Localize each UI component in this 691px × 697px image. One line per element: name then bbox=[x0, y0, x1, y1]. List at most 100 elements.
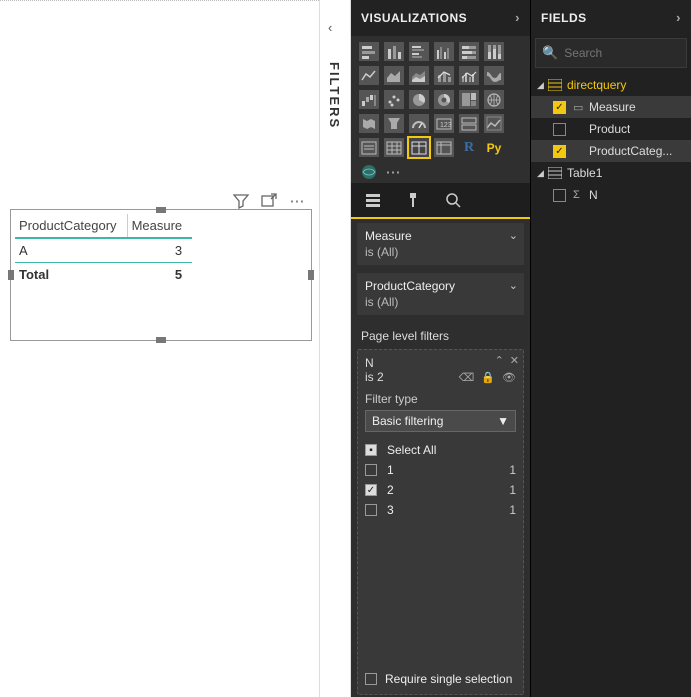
clustered-bar-icon[interactable] bbox=[409, 42, 429, 61]
chevron-down-icon: ▼ bbox=[497, 414, 509, 428]
matrix-icon[interactable] bbox=[434, 138, 454, 157]
filters-pane-collapsed[interactable]: ‹ FILTERS bbox=[319, 0, 351, 697]
fields-search[interactable]: 🔍 bbox=[535, 38, 687, 68]
filter-option-row[interactable]: 3 1 bbox=[365, 500, 516, 520]
stacked-area-icon[interactable] bbox=[409, 66, 429, 85]
table-node[interactable]: ◢ directquery bbox=[531, 74, 691, 96]
clustered-column-icon[interactable] bbox=[434, 42, 454, 61]
pie-chart-icon[interactable] bbox=[409, 90, 429, 109]
sigma-icon: Σ bbox=[573, 189, 585, 201]
treemap-icon[interactable] bbox=[459, 90, 479, 109]
line-chart-icon[interactable] bbox=[359, 66, 379, 85]
waterfall-icon[interactable] bbox=[359, 90, 379, 109]
filter-type-label: Filter type bbox=[365, 392, 516, 406]
table-icon bbox=[548, 167, 562, 179]
filled-map-icon[interactable] bbox=[359, 114, 379, 133]
page-filters-label: Page level filters bbox=[355, 319, 526, 347]
table-node[interactable]: ◢ Table1 bbox=[531, 162, 691, 184]
table-icon[interactable] bbox=[409, 138, 429, 157]
funnel-icon[interactable] bbox=[384, 114, 404, 133]
resize-handle[interactable] bbox=[156, 207, 166, 213]
donut-chart-icon[interactable] bbox=[434, 90, 454, 109]
table-row[interactable]: A 3 bbox=[15, 238, 192, 263]
fields-tab-icon[interactable] bbox=[363, 190, 383, 210]
checkbox-icon[interactable] bbox=[553, 189, 566, 202]
clear-filter-icon[interactable]: ⌫ bbox=[459, 371, 475, 384]
analytics-tab-icon[interactable] bbox=[443, 190, 463, 210]
table-large-icon[interactable] bbox=[384, 138, 404, 157]
ribbon-chart-icon[interactable] bbox=[484, 66, 504, 85]
python-visual-icon[interactable]: Py bbox=[484, 138, 504, 157]
r-visual-icon[interactable]: R bbox=[459, 138, 479, 157]
combo-chart-icon[interactable] bbox=[434, 66, 454, 85]
field-item[interactable]: Product bbox=[531, 118, 691, 140]
map-icon[interactable] bbox=[484, 90, 504, 109]
field-item[interactable]: Σ N bbox=[531, 184, 691, 206]
checkbox-checked-icon[interactable]: ✓ bbox=[553, 145, 566, 158]
slicer-icon[interactable] bbox=[359, 138, 379, 157]
visualizations-header: VISUALIZATIONS › bbox=[351, 0, 530, 36]
resize-handle[interactable] bbox=[308, 270, 314, 280]
combo-chart2-icon[interactable] bbox=[459, 66, 479, 85]
visual-filter-card[interactable]: Measure is (All) ⌄ bbox=[357, 223, 524, 265]
card-icon[interactable]: 123 bbox=[434, 114, 454, 133]
column-header[interactable]: Measure bbox=[127, 214, 192, 238]
chevron-down-icon[interactable]: ⌄ bbox=[509, 229, 518, 242]
checkbox-checked-icon[interactable]: ✓ bbox=[553, 101, 566, 114]
checkbox-icon[interactable] bbox=[365, 504, 377, 516]
collapse-filter-icon[interactable]: ⌃ bbox=[495, 354, 504, 367]
checkbox-checked-icon[interactable]: ✓ bbox=[365, 484, 377, 496]
hundred-bar-icon[interactable] bbox=[459, 42, 479, 61]
focus-mode-icon[interactable] bbox=[261, 193, 277, 209]
table-icon bbox=[548, 79, 562, 91]
report-canvas[interactable]: ⋯ ProductCategory Measure A 3 bbox=[0, 0, 319, 697]
filter-icon[interactable] bbox=[233, 193, 249, 209]
visualizations-pane: VISUALIZATIONS › bbox=[351, 0, 531, 697]
search-input[interactable] bbox=[564, 46, 691, 60]
field-item[interactable]: ✓ ProductCateg... bbox=[531, 140, 691, 162]
hide-filter-icon[interactable]: 👁 bbox=[502, 371, 516, 384]
caret-down-icon[interactable]: ◢ bbox=[537, 80, 547, 91]
field-item[interactable]: ✓ ▭ Measure bbox=[531, 96, 691, 118]
scatter-icon[interactable] bbox=[384, 90, 404, 109]
visualization-gallery: 123 R Py ⋯ bbox=[351, 36, 530, 183]
filter-option-row[interactable]: ✓ 2 1 bbox=[365, 480, 516, 500]
visual-header-toolbar: ⋯ bbox=[233, 193, 305, 209]
filter-field-name: N bbox=[365, 356, 516, 370]
arcgis-icon[interactable] bbox=[359, 162, 379, 181]
chevron-down-icon[interactable]: ⌄ bbox=[509, 279, 518, 292]
resize-handle[interactable] bbox=[8, 270, 14, 280]
measure-icon: ▭ bbox=[573, 101, 585, 114]
import-visual-icon[interactable]: ⋯ bbox=[384, 162, 404, 181]
checkbox-icon[interactable] bbox=[365, 673, 377, 685]
checkbox-mixed-icon[interactable]: ▪ bbox=[365, 444, 377, 456]
filter-option-row[interactable]: 1 1 bbox=[365, 460, 516, 480]
visual-filter-card[interactable]: ProductCategory is (All) ⌄ bbox=[357, 273, 524, 315]
search-icon: 🔍 bbox=[542, 45, 558, 61]
stacked-bar-icon[interactable] bbox=[359, 42, 379, 61]
collapse-pane-icon[interactable]: › bbox=[676, 0, 681, 36]
filters-pane-label: FILTERS bbox=[327, 62, 342, 129]
resize-handle[interactable] bbox=[156, 337, 166, 343]
filter-type-select[interactable]: Basic filtering ▼ bbox=[365, 410, 516, 432]
kpi-icon[interactable] bbox=[484, 114, 504, 133]
expand-filters-icon[interactable]: ‹ bbox=[328, 20, 332, 35]
format-tab-icon[interactable] bbox=[403, 190, 423, 210]
area-chart-icon[interactable] bbox=[384, 66, 404, 85]
remove-filter-icon[interactable]: ✕ bbox=[510, 354, 519, 367]
lock-filter-icon[interactable]: 🔒 bbox=[481, 371, 495, 384]
hundred-column-icon[interactable] bbox=[484, 42, 504, 61]
collapse-pane-icon[interactable]: › bbox=[515, 0, 520, 36]
checkbox-icon[interactable] bbox=[553, 123, 566, 136]
select-all-row[interactable]: ▪ Select All bbox=[365, 440, 516, 460]
fields-header: FIELDS › bbox=[531, 0, 691, 36]
require-single-row[interactable]: Require single selection bbox=[365, 664, 516, 686]
caret-down-icon[interactable]: ◢ bbox=[537, 168, 547, 179]
stacked-column-icon[interactable] bbox=[384, 42, 404, 61]
more-options-icon[interactable]: ⋯ bbox=[289, 193, 305, 209]
multi-card-icon[interactable] bbox=[459, 114, 479, 133]
gauge-icon[interactable] bbox=[409, 114, 429, 133]
column-header[interactable]: ProductCategory bbox=[15, 214, 127, 238]
checkbox-icon[interactable] bbox=[365, 464, 377, 476]
table-visual[interactable]: ProductCategory Measure A 3 Total 5 bbox=[10, 209, 312, 341]
